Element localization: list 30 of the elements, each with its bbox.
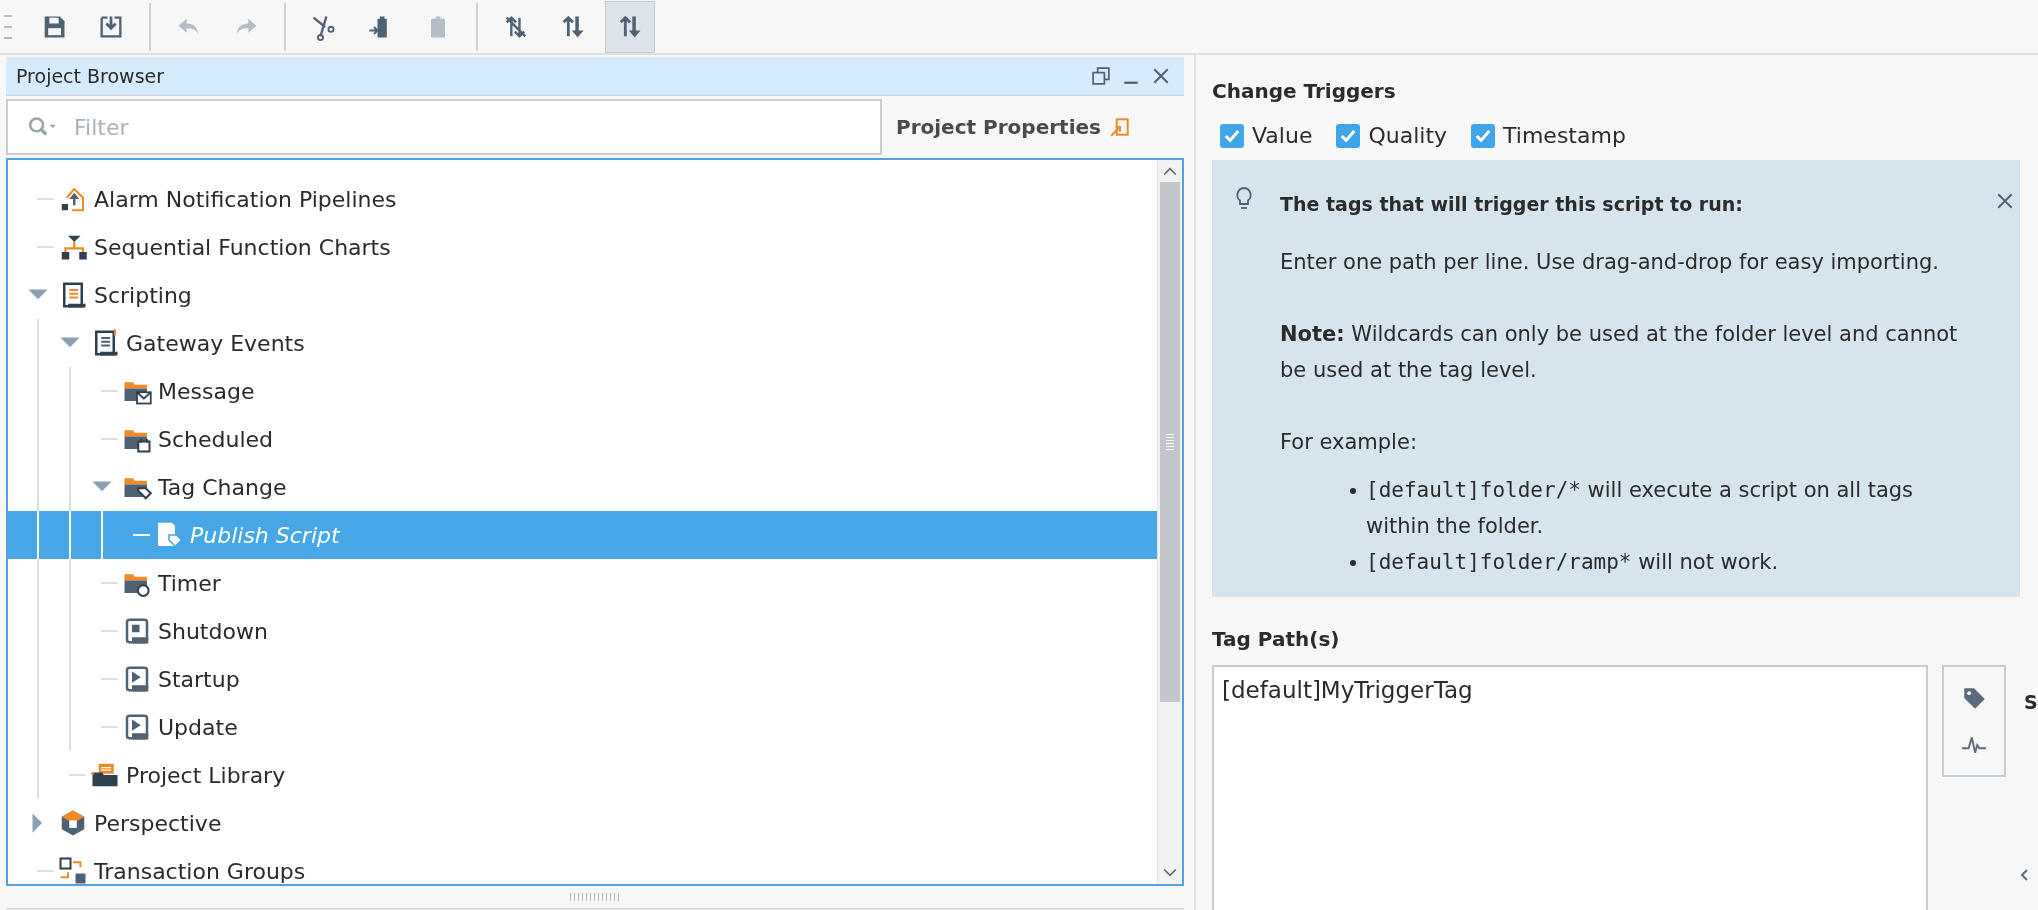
tree-item[interactable]: Startup [8,655,1157,703]
tree-item[interactable]: Gateway Events [8,319,1157,367]
tree-item[interactable]: Scripting [8,271,1157,319]
section-title: Tag Path(s) [1212,627,1341,651]
checkbox[interactable]: Value [1220,123,1313,148]
info-text: Note: Wildcards can only be used at the folder level and cannot be used at the tag level. [1280,321,1959,384]
tree-item[interactable]: Update [8,703,1157,751]
panel-title: Project Browser [16,65,165,87]
checkbox[interactable]: Quality [1336,123,1448,148]
info-text: For example: [1280,429,1418,456]
tree-item[interactable]: Tag Change [8,463,1157,511]
tree-item[interactable]: Project Library [8,751,1157,799]
tree-item[interactable]: Scheduled [8,415,1157,463]
tree-item[interactable]: Timer [8,559,1157,607]
filter-field[interactable]: Filter [6,99,882,155]
tree-item[interactable]: Alarm Notification Pipelines [8,175,1157,223]
tree-item[interactable]: Message [8,367,1157,415]
info-text: [default]folder/* will execute a script on all tags within the folder. [1366,477,1915,540]
section-title: Change Triggers [1212,79,1397,103]
section-title: S [2024,691,2038,713]
tree-item[interactable]: Perspective [8,799,1157,847]
tree-item[interactable]: Shutdown [8,607,1157,655]
project-properties-button[interactable]: Project Properties [896,115,1131,139]
tag-path-field[interactable]: [default]MyTriggerTag [1212,665,1928,910]
info-text: Enter one path per line. Use drag-and-drop for easy importing. [1280,249,1940,276]
info-text: [default]folder/ramp* will not work. [1366,549,1779,576]
tree-item[interactable]: Sequential Function Charts [8,223,1157,271]
info-title: The tags that will trigger this script to run: [1280,192,1744,217]
checkbox[interactable]: Timestamp [1471,123,1626,148]
tree-item[interactable]: Transaction Groups [8,847,1157,884]
